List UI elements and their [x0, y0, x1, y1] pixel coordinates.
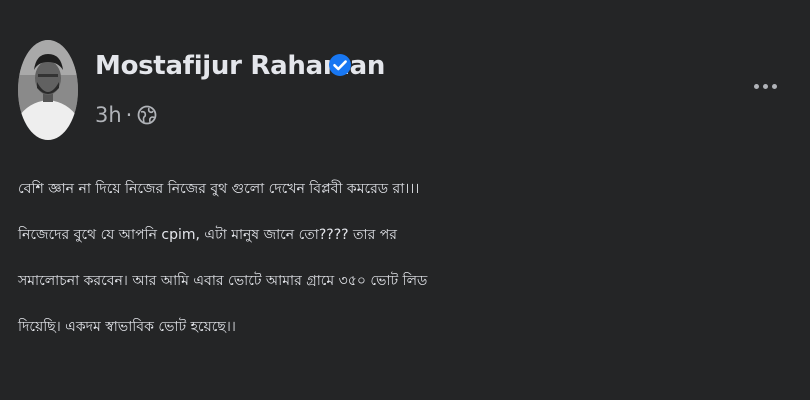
- post-text-line: সমালোচনা করবেন। আর আমি এবার ভোটে আমার গ্…: [18, 273, 428, 289]
- ellipsis-icon: [753, 83, 759, 89]
- post-text-line: বেশি জ্ঞান না দিয়ে নিজের নিজের বুথ গুলো…: [18, 181, 420, 197]
- post-body-text: বেশি জ্ঞান না দিয়ে নিজের নিজের বুথ গুলো…: [18, 166, 803, 350]
- post-options-button[interactable]: [748, 72, 782, 100]
- facebook-post: Mostafijur Rahaman 3h · বেশি জ্ঞান না দি…: [0, 0, 810, 400]
- avatar-photo: [18, 40, 78, 140]
- meta-separator: ·: [125, 103, 133, 127]
- globe-icon[interactable]: [137, 105, 157, 125]
- post-meta: 3h ·: [95, 100, 157, 130]
- post-text-line: নিজেদের বুথে যে আপনি cpim, এটা মানুষ জান…: [18, 227, 397, 243]
- post-text-line: দিয়েছি। একদম স্বাভাবিক ভোট হয়েছে।।: [18, 319, 236, 335]
- verified-badge-icon: [329, 54, 351, 76]
- post-timestamp[interactable]: 3h: [95, 103, 122, 127]
- author-avatar[interactable]: [18, 40, 78, 140]
